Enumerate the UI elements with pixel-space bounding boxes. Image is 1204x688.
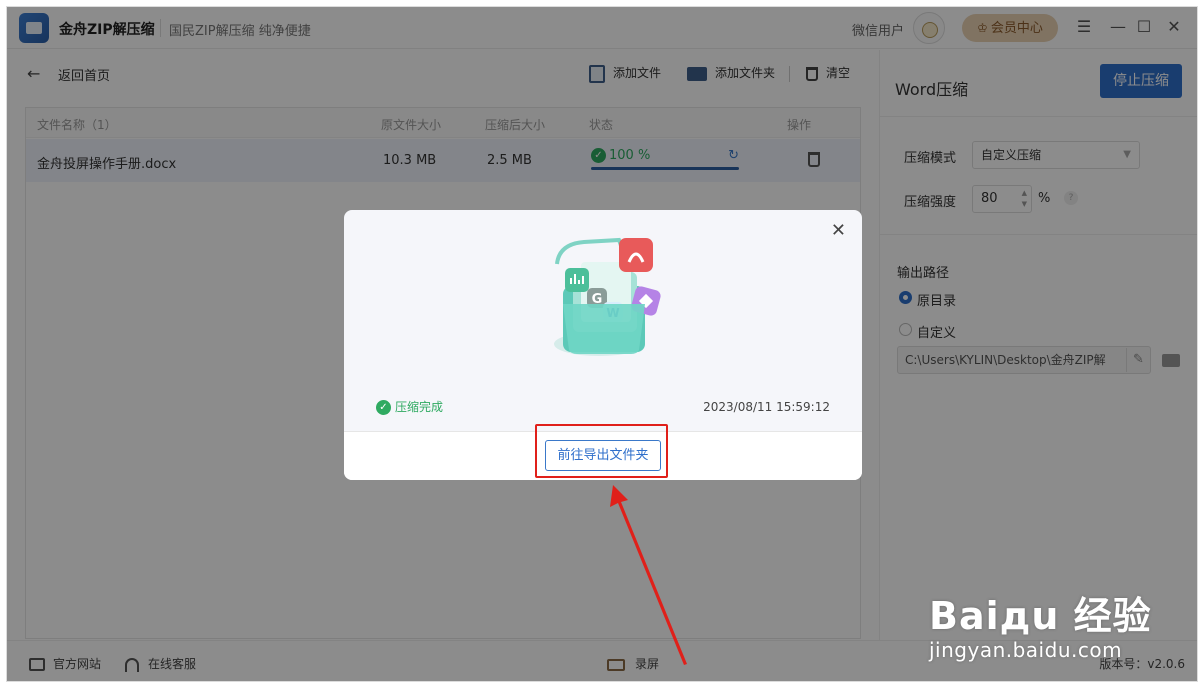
watermark-brand: Baiдu 经验	[929, 594, 1152, 638]
watermark: Baiдu 经验 jingyan.baidu.com	[929, 585, 1152, 662]
watermark-url: jingyan.baidu.com	[929, 638, 1123, 662]
app-window: 金舟ZIP解压缩 国民ZIP解压缩 纯净便捷 微信用户 ♔ 会员中心 ☰ — ☐ …	[6, 6, 1198, 682]
annotation-arrow-icon	[610, 485, 687, 665]
